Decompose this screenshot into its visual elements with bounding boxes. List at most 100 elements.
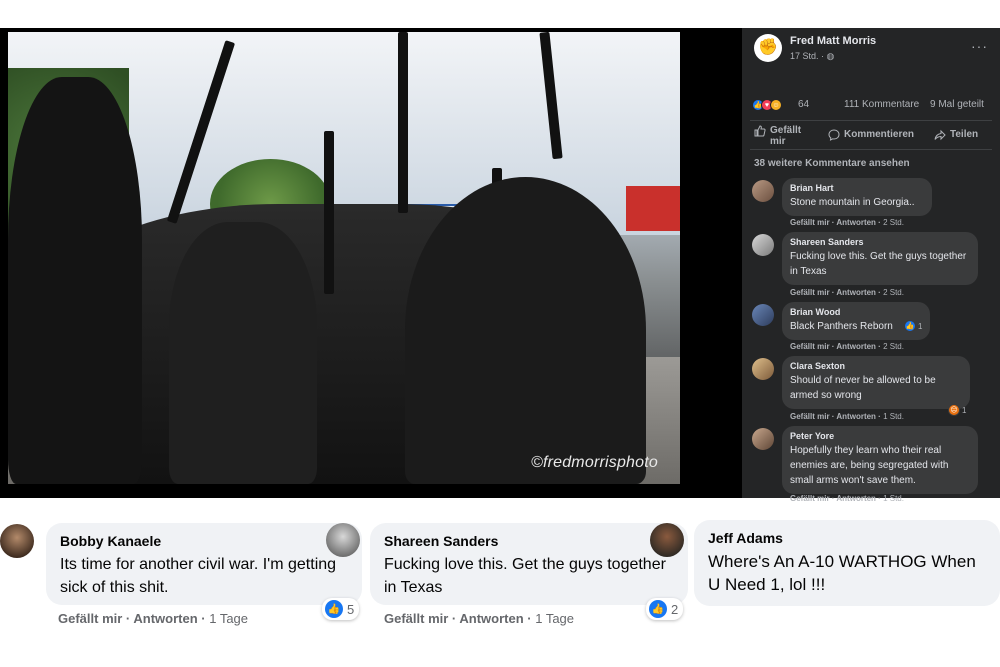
comment-author[interactable]: Clara Sexton [790,361,962,371]
comment-text: Fucking love this. Get the guys together… [384,556,666,596]
like-icon: 👍 [325,600,343,618]
comment-time[interactable]: 2 Std. [883,218,904,227]
comment-meta: Gefällt mir · Antworten · 2 Std. [790,218,904,227]
comment-icon [828,129,840,141]
avatar[interactable] [752,234,774,256]
share-button[interactable]: Teilen [934,129,978,141]
photo-viewer: ©fredmorrisphoto ✊ Fred Matt Morris 17 S… [0,28,1000,503]
comment-time[interactable]: 1 Tage [535,611,574,626]
comment-reactions[interactable]: 👍 5 [322,598,360,620]
comment-time[interactable]: 2 Std. [883,342,904,351]
comment-reply-link[interactable]: Antworten [836,288,876,297]
more-options-icon[interactable]: ··· [971,38,988,54]
photo-person [169,221,318,484]
post-time[interactable]: 17 Std. · ◍ [790,51,834,62]
comment-author[interactable]: Shareen Sanders [790,237,970,247]
comment-reactions[interactable]: 👍 1 [904,320,922,332]
avatar[interactable] [752,358,774,380]
view-more-comments-link[interactable]: 38 weitere Kommentare ansehen [754,158,910,169]
angry-icon: ☹ [948,404,960,416]
comment-bubble: Brian Hart Stone mountain in Georgia.. [782,178,932,216]
page-name[interactable]: Fred Matt Morris [790,35,876,47]
post-header: ✊ Fred Matt Morris 17 Std. · ◍ ··· [754,34,992,70]
share-arrow-icon [934,129,946,141]
comment-like-link[interactable]: Gefällt mir [790,218,830,227]
avatar[interactable] [752,304,774,326]
comment-button[interactable]: Kommentieren [828,129,914,141]
comment-time[interactable]: 2 Std. [883,288,904,297]
comment-reply-link[interactable]: Antworten [836,218,876,227]
comments-count[interactable]: 111 Kommentare [844,99,919,110]
comment-bubble: Shareen Sanders Fucking love this. Get t… [370,523,688,605]
comment-author[interactable]: Jeff Adams [708,530,986,546]
comment-text: Hopefully they learn who their real enem… [790,445,949,486]
reactions-bar: 👍 ♥ ☺ 64 111 Kommentare 9 Mal geteilt [752,98,992,114]
comment-reply-link[interactable]: Antworten [133,611,197,626]
like-button[interactable]: Gefällt mir [754,125,810,147]
comment-text: Its time for another civil war. I'm gett… [60,556,337,596]
comment-bubble: Bobby Kanaele Its time for another civil… [46,523,362,605]
comment-reaction-count: 5 [347,601,355,617]
comment-reply-link[interactable]: Antworten [459,611,523,626]
comment-reply-link[interactable]: Antworten [836,494,876,503]
post-sidebar: ✊ Fred Matt Morris 17 Std. · ◍ ··· 👍 ♥ ☺… [742,28,1000,503]
photo-area: ©fredmorrisphoto [0,28,742,498]
comment-reactions[interactable]: ☹ 1 [948,404,966,416]
comment-like-link[interactable]: Gefällt mir [790,412,830,421]
comment-author[interactable]: Brian Hart [790,183,924,193]
comment-time[interactable]: 1 Std. [883,412,904,421]
comment-meta: Gefällt mir · Antworten · 2 Std. [790,342,904,351]
comment-bubble: Clara Sexton Should of never be allowed … [782,356,970,409]
post-time-text: 17 Std. · [790,51,827,61]
comment-author[interactable]: Brian Wood [790,307,922,317]
comment-author[interactable]: Shareen Sanders [384,533,674,549]
comment-button-label: Kommentieren [844,129,915,140]
comment-reactions[interactable]: 👍 2 [646,598,684,620]
haha-icon: ☺ [770,99,782,111]
fist-icon: ✊ [758,39,778,56]
avatar[interactable] [650,523,684,557]
comment-like-link[interactable]: Gefällt mir [790,342,830,351]
avatar[interactable] [0,524,34,558]
photo-red-sign [626,185,680,231]
comment-meta: Gefällt mir · Antworten · 1 Std. [790,494,904,503]
comment-author[interactable]: Peter Yore [790,431,970,441]
comment-author[interactable]: Bobby Kanaele [60,533,348,549]
shares-count[interactable]: 9 Mal geteilt [930,99,984,110]
comment-like-link[interactable]: Gefällt mir [58,611,122,626]
comment-like-link[interactable]: Gefällt mir [790,288,830,297]
screenshot-root: ©fredmorrisphoto ✊ Fred Matt Morris 17 S… [0,0,1000,667]
comment-like-link[interactable]: Gefällt mir [384,611,448,626]
comment-reaction-count: 1 [962,405,967,415]
comment-text: Where's An A-10 WARTHOG When U Need 1, l… [708,552,976,594]
comment-text: Black Panthers Reborn [790,321,893,332]
post-actions: Gefällt mir Kommentieren Teilen [750,120,992,150]
comment-bubble: Shareen Sanders Fucking love this. Get t… [782,232,978,285]
photo-watermark: ©fredmorrisphoto [530,454,658,471]
comment-bubble: Peter Yore Hopefully they learn who thei… [782,426,978,494]
thumbs-up-icon [754,125,766,137]
page-avatar[interactable]: ✊ [754,34,782,62]
avatar[interactable] [326,523,360,557]
share-button-label: Teilen [950,129,979,140]
comment-like-link[interactable]: Gefällt mir [790,494,830,503]
avatar[interactable] [752,428,774,450]
comment-text: Stone mountain in Georgia.. [790,197,915,208]
photo-person [8,77,143,484]
photo-rifle [323,131,334,295]
like-button-label: Gefällt mir [770,125,802,147]
like-icon: 👍 [649,600,667,618]
post-photo[interactable]: ©fredmorrisphoto [8,32,680,484]
comment-meta: Gefällt mir · Antworten · 1 Tage [58,611,249,626]
reaction-count[interactable]: 64 [798,99,809,110]
comment-reply-link[interactable]: Antworten [836,342,876,351]
photo-person [404,176,647,484]
globe-icon: ◍ [826,51,835,61]
comment-time[interactable]: 1 Tage [209,611,248,626]
like-icon: 👍 [904,320,916,332]
comment-reply-link[interactable]: Antworten [836,412,876,421]
comment-reaction-count: 2 [671,601,679,617]
reaction-icons[interactable]: 👍 ♥ ☺ [752,99,782,111]
avatar[interactable] [752,180,774,202]
comment-time[interactable]: 1 Std. [883,494,904,503]
